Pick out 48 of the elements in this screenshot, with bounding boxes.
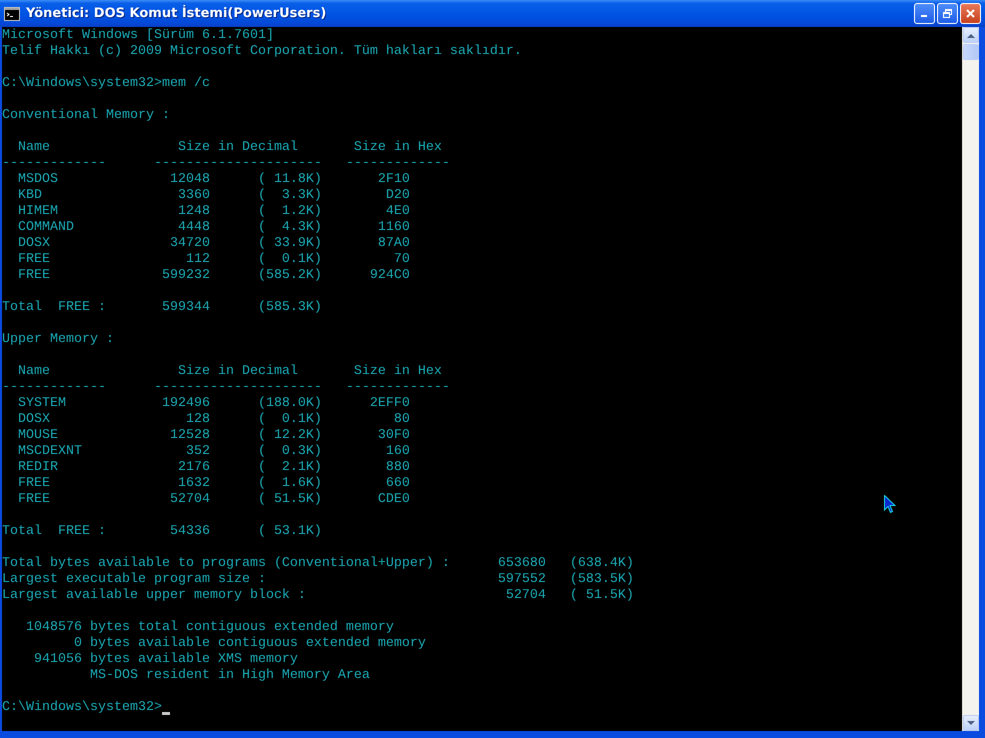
console-line: ------------- --------------------- ------------- [2,156,450,172]
console-line: Total FREE : 599344 (585.3K) [2,300,322,316]
console-line: DOSX 128 ( 0.1K) 80 [16,412,410,428]
console-line: FREE 599232 (585.2K) 924C0 [16,268,410,284]
console-line: FREE 112 ( 0.1K) 70 [16,252,410,268]
console-line: FREE 1632 ( 1.6K) 660 [16,476,410,492]
console-line: Total FREE : 54336 ( 53.1K) [2,524,322,540]
mouse-pointer-icon [884,495,896,514]
console-line: SYSTEM 192496 (188.0K) 2EFF0 [16,396,410,412]
console-line: Telif Hakkı (c) 2009 Microsoft Corporation. Tüm hakları saklıdır. [2,44,522,60]
console-line: MSDOS 12048 ( 11.8K) 2F10 [16,172,410,188]
down-arrow-icon [967,720,975,726]
console-line: HIMEM 1248 ( 1.2K) 4E0 [16,204,410,220]
close-icon [965,8,976,19]
console-line: Conventional Memory : [2,108,170,124]
text-cursor [162,712,170,715]
console-line: C:\Windows\system32>mem /c [2,76,210,92]
console-line: Microsoft Windows [Sürüm 6.1.7601] [2,28,274,44]
console-line: Upper Memory : [2,332,114,348]
console-line: KBD 3360 ( 3.3K) D20 [16,188,410,204]
console-line: MSCDEXNT 352 ( 0.3K) 160 [16,444,410,460]
minimize-button[interactable] [914,3,935,24]
console-line: 0 bytes available contiguous extended memory [72,636,426,652]
console-line: MS-DOS resident in High Memory Area [88,668,370,684]
console-line: COMMAND 4448 ( 4.3K) 1160 [16,220,410,236]
console-line: MOUSE 12528 ( 12.2K) 30F0 [16,428,410,444]
vertical-scrollbar[interactable] [962,27,979,731]
scroll-thumb[interactable] [963,44,979,60]
restore-icon [942,8,953,19]
console-line: REDIR 2176 ( 2.1K) 880 [16,460,410,476]
console-line: 941056 bytes available XMS memory [32,652,298,668]
up-arrow-icon [967,32,975,38]
console-line: Largest executable program size : 597552 (583.5K) [2,572,634,588]
console-line: C:\Windows\system32> [2,700,162,716]
console-line: 1048576 bytes total contiguous extended memory [24,620,394,636]
console-line: Total bytes available to programs (Conventional+Upper) : 653680 (638.4K) [2,556,634,572]
console-line: DOSX 34720 ( 33.9K) 87A0 [16,236,410,252]
console-line: Name Size in Decimal Size in Hex [16,364,442,380]
restore-button[interactable] [937,3,958,24]
scroll-down-button[interactable] [963,715,979,731]
window-title: Yönetici: DOS Komut İstemi(PowerUsers) [26,4,328,23]
console-line: FREE 52704 ( 51.5K) CDE0 [16,492,410,508]
console-icon [4,6,20,20]
console-line: Name Size in Decimal Size in Hex [16,140,442,156]
console-line: ------------- --------------------- ------------- [2,380,450,396]
scroll-up-button[interactable] [963,27,979,43]
close-button[interactable] [960,3,981,24]
console-line: Largest available upper memory block : 52704 ( 51.5K) [2,588,634,604]
